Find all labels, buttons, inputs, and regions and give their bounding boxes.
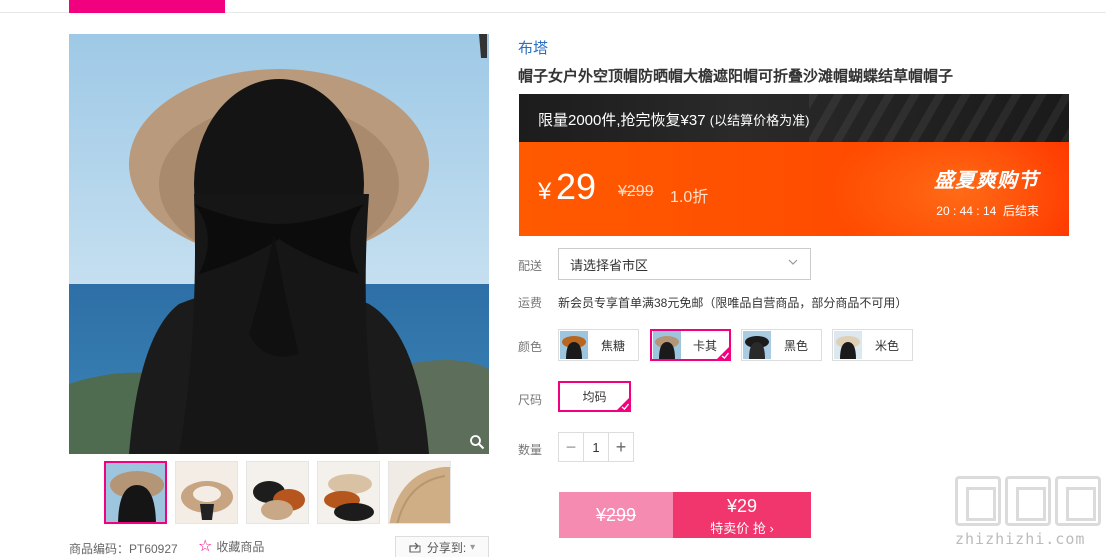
price-currency: ¥ xyxy=(538,178,552,205)
favorite-button[interactable]: ☆ 收藏商品 xyxy=(198,538,264,555)
color-option-black[interactable]: 黑色 xyxy=(741,329,822,361)
delivery-label: 配送 xyxy=(518,259,543,273)
share-button[interactable]: 分享到: ▾ xyxy=(395,536,489,557)
shipping-text: 新会员专享首单满38元免邮（限唯品自营商品，部分商品不可用） xyxy=(558,296,908,310)
current-price: 29 xyxy=(556,166,597,207)
thumbnail-1[interactable] xyxy=(104,461,167,524)
check-corner-icon xyxy=(716,346,730,360)
promo-banner: 限量2000件,抢完恢复¥37 (以结算价格为准) xyxy=(519,94,1069,142)
color-option-label: 黑色 xyxy=(783,338,808,353)
color-swatch xyxy=(834,331,862,359)
share-label: 分享到: xyxy=(426,540,467,555)
check-corner-icon xyxy=(616,397,630,411)
main-product-image[interactable] xyxy=(69,34,489,454)
quantity-increase-button[interactable]: + xyxy=(609,433,633,461)
color-option-label: 焦糖 xyxy=(600,338,625,353)
active-nav-indicator xyxy=(69,0,225,13)
quantity-stepper: − 1 + xyxy=(558,432,634,462)
thumbnail-5[interactable] xyxy=(388,461,451,524)
share-icon xyxy=(409,542,421,553)
thumbnail-4[interactable] xyxy=(317,461,380,524)
favorite-label: 收藏商品 xyxy=(216,540,265,554)
buy-now-price: ¥29 xyxy=(726,496,758,516)
color-option-beige[interactable]: 米色 xyxy=(832,329,913,361)
thumbnail-3[interactable] xyxy=(246,461,309,524)
color-swatch xyxy=(560,331,588,359)
thumbnail-strip xyxy=(104,461,451,525)
site-watermark: zhizhizhi.com xyxy=(955,476,1105,557)
original-price-button[interactable]: ¥299 xyxy=(559,492,673,538)
quantity-decrease-button[interactable]: − xyxy=(559,433,583,461)
quantity-label: 数量 xyxy=(518,443,543,457)
product-code: 商品编码：PT60927 xyxy=(69,542,178,556)
buy-now-button[interactable]: ¥29 特卖价 抢 › xyxy=(673,492,811,538)
color-option-khaki[interactable]: 卡其 xyxy=(650,329,731,361)
color-label: 颜色 xyxy=(518,340,543,354)
product-page: 商品编码：PT60927 ☆ 收藏商品 分享到: ▾ 布塔 帽子女户外空顶帽防晒… xyxy=(0,0,1106,557)
magnifier-icon[interactable] xyxy=(469,434,485,450)
product-title: 帽子女户外空顶帽防晒帽大檐遮阳帽可折叠沙滩帽蝴蝶结草帽帽子 xyxy=(518,68,954,85)
watermark-text: zhizhizhi.com xyxy=(955,530,1086,548)
original-price: ¥299 xyxy=(618,183,654,200)
quantity-input[interactable]: 1 xyxy=(583,433,609,461)
star-outline-icon: ☆ xyxy=(198,537,213,555)
size-label: 尺码 xyxy=(518,393,543,407)
shipping-label: 运费 xyxy=(518,296,543,310)
event-name: 盛夏爽购节 xyxy=(934,170,1039,192)
promo-text: 限量2000件,抢完恢复¥37 (以结算价格为准) xyxy=(538,112,810,129)
chevron-down-icon: ▾ xyxy=(470,541,476,553)
color-swatch xyxy=(743,331,771,359)
color-swatch xyxy=(653,331,681,359)
chevron-down-icon xyxy=(788,259,798,265)
countdown-timer: 20 : 44 : 14 后结束 xyxy=(936,204,1039,218)
thumbnail-2[interactable] xyxy=(175,461,238,524)
discount-label: 1.0折 xyxy=(670,189,709,206)
color-option-caramel[interactable]: 焦糖 xyxy=(558,329,639,361)
delivery-region-select[interactable]: 请选择省市区 xyxy=(558,248,811,280)
watermark-logo xyxy=(955,476,1105,526)
delivery-placeholder: 请选择省市区 xyxy=(570,257,649,273)
brand-link[interactable]: 布塔 xyxy=(518,37,548,58)
size-option-one-size[interactable]: 均码 xyxy=(558,381,631,412)
promo-note: (以结算价格为准) xyxy=(709,113,810,128)
buy-now-label: 特卖价 抢 › xyxy=(710,521,774,536)
color-option-label: 米色 xyxy=(874,338,899,353)
price-banner: ¥ 29 ¥299 1.0折 盛夏爽购节 20 : 44 : 14 后结束 xyxy=(519,142,1069,236)
size-option-label: 均码 xyxy=(582,390,607,404)
